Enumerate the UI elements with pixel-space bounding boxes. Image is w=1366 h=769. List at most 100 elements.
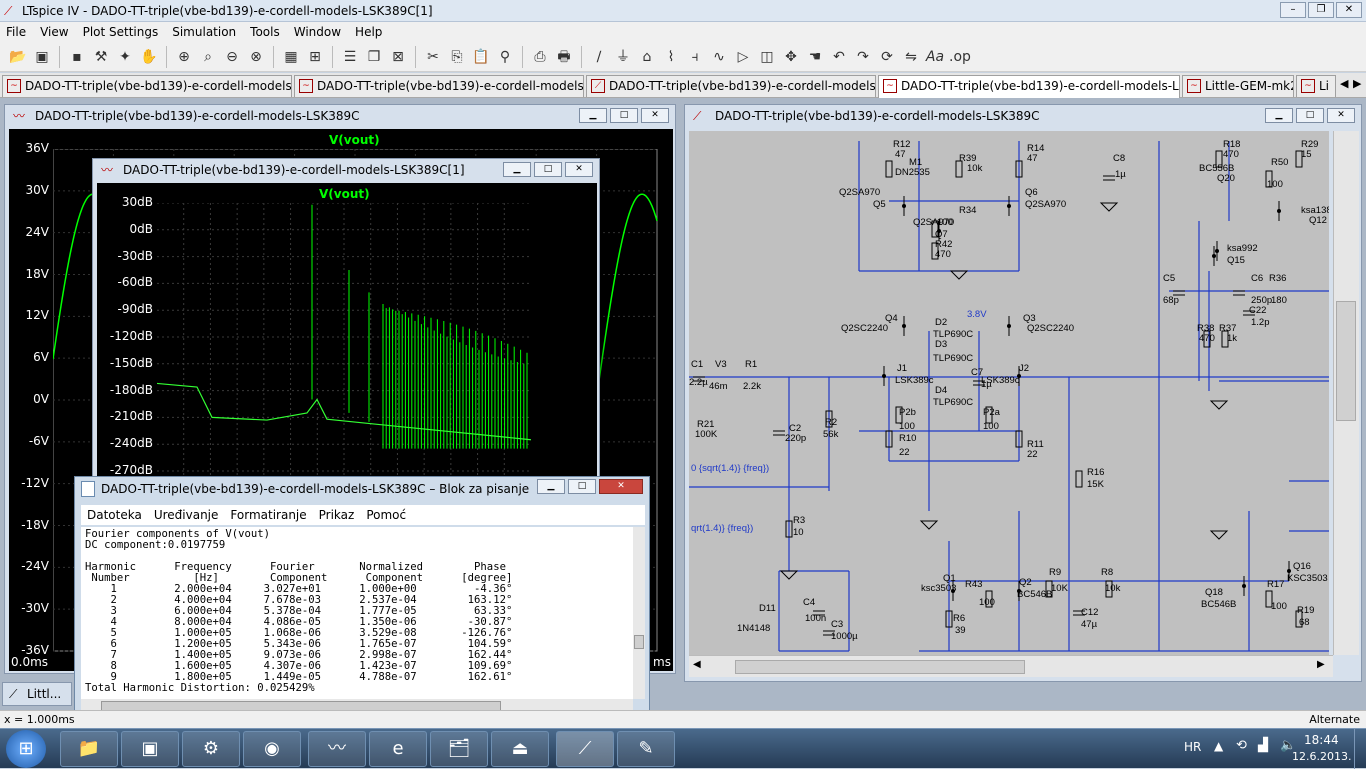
tab-doc-4-active[interactable]: ~ DADO-TT-triple(vbe-bd139)-e-cordell-mod…: [878, 75, 1180, 98]
pdf-reader-icon[interactable]: ⏏: [491, 731, 549, 767]
language-indicator[interactable]: HR: [1184, 740, 1201, 754]
copy-icon[interactable]: ⎘: [447, 47, 467, 67]
minimize-button[interactable]: –: [1280, 2, 1306, 18]
maximize-button[interactable]: □: [568, 479, 596, 494]
text-icon[interactable]: Aa: [925, 47, 945, 67]
tab-doc-3[interactable]: ⟋ DADO-TT-triple(vbe-bd139)-e-cordell-mod…: [586, 75, 876, 97]
ltspice-waveform-icon[interactable]: 〰: [308, 731, 366, 767]
menu-tools[interactable]: Tools: [250, 25, 280, 39]
ground-icon[interactable]: ⏚: [613, 47, 633, 67]
component-icon[interactable]: ◫: [757, 47, 777, 67]
folder-icon[interactable]: 🗂: [430, 731, 488, 767]
label-icon[interactable]: ⌂: [637, 47, 657, 67]
close-button[interactable]: ✕: [1336, 2, 1362, 18]
rotate-icon[interactable]: ⟳: [877, 47, 897, 67]
notepad-menu-format[interactable]: Formatiranje: [230, 508, 306, 522]
menu-window[interactable]: Window: [294, 25, 341, 39]
menu-file[interactable]: File: [6, 25, 26, 39]
tools-icon[interactable]: ⚙: [182, 731, 240, 767]
mirror-icon[interactable]: ⇋: [901, 47, 921, 67]
tab-scroll-left-icon[interactable]: ◀: [1340, 77, 1348, 90]
maximize-button[interactable]: □: [610, 108, 638, 123]
sync-icon[interactable]: ⟲: [1236, 738, 1247, 753]
minimize-button[interactable]: ▁: [1265, 108, 1293, 123]
minimize-button[interactable]: ▁: [537, 479, 565, 494]
spice-directive-icon[interactable]: .op: [949, 47, 971, 67]
tab-doc-2[interactable]: ~ DADO-TT-triple(vbe-bd139)-e-cordell-mod…: [294, 75, 584, 97]
notepad-vertical-scrollbar[interactable]: [633, 527, 645, 699]
pan-icon[interactable]: ✋: [139, 47, 159, 67]
waveform-trace-label[interactable]: V(vout): [329, 133, 380, 147]
tray-expand-icon[interactable]: ▲: [1214, 739, 1223, 753]
zoom-in-icon[interactable]: ⊕: [174, 47, 194, 67]
schematic-canvas[interactable]: R12 47 M1 R39 DN2535 10k R14 47 C8 1µ Q2SA970 Q5 R34…: [689, 131, 1329, 655]
maximize-button[interactable]: □: [1296, 108, 1324, 123]
undo-icon[interactable]: ↶: [829, 47, 849, 67]
notepad-icon[interactable]: ✎: [617, 731, 675, 767]
waveform-window-titlebar[interactable]: 〰 DADO-TT-triple(vbe-bd139)-e-cordell-mo…: [5, 105, 675, 127]
autorange-icon[interactable]: ▦: [281, 47, 301, 67]
notepad-menu-view[interactable]: Prikaz: [319, 508, 355, 522]
menu-plot-settings[interactable]: Plot Settings: [83, 25, 159, 39]
file-explorer-icon[interactable]: 📁: [60, 731, 118, 767]
minimize-button[interactable]: ▁: [503, 162, 531, 177]
network-icon[interactable]: ▟: [1258, 738, 1268, 753]
vertical-scroll-thumb[interactable]: [634, 635, 644, 649]
internet-explorer-icon[interactable]: e: [369, 731, 427, 767]
resistor-icon[interactable]: ⌇: [661, 47, 681, 67]
minimize-button[interactable]: ▁: [579, 108, 607, 123]
schematic-horizontal-scrollbar[interactable]: ◀ ▶: [689, 655, 1333, 677]
clock-date[interactable]: 12.6.2013.: [1292, 750, 1351, 763]
fft-trace-label[interactable]: V(vout): [319, 187, 370, 201]
close-button[interactable]: ✕: [641, 108, 669, 123]
print-preview-icon[interactable]: ⎙: [530, 47, 550, 67]
cut-icon[interactable]: ✂: [423, 47, 443, 67]
notepad-menu-edit[interactable]: Uređivanje: [154, 508, 219, 522]
schematic-window-titlebar[interactable]: ⟋ DADO-TT-triple(vbe-bd139)-e-cordell-mo…: [685, 105, 1361, 127]
menu-view[interactable]: View: [40, 25, 68, 39]
maximize-button[interactable]: ❐: [1308, 2, 1334, 18]
notepad-menu-help[interactable]: Pomoć: [366, 508, 406, 522]
drag-icon[interactable]: ☚: [805, 47, 825, 67]
menu-simulation[interactable]: Simulation: [172, 25, 236, 39]
print-icon[interactable]: 🖶: [554, 47, 574, 67]
plot-settings-icon[interactable]: ⊞: [305, 47, 325, 67]
ltspice-icon[interactable]: ⟋: [556, 731, 614, 767]
control-panel-icon[interactable]: ⚒: [91, 47, 111, 67]
tile-horizontal-icon[interactable]: ☰: [340, 47, 360, 67]
scroll-right-icon[interactable]: ▶: [1317, 659, 1325, 670]
tab-scroll-right-icon[interactable]: ▶: [1353, 77, 1361, 90]
media-center-icon[interactable]: ▣: [121, 731, 179, 767]
close-button[interactable]: ✕: [565, 162, 593, 177]
notepad-text-area[interactable]: Fourier components of V(vout) DC compone…: [81, 527, 633, 699]
tab-partial[interactable]: ~ Li: [1296, 75, 1336, 97]
minimized-window[interactable]: ⟋ Littl...: [2, 682, 72, 706]
vertical-scroll-thumb[interactable]: [1336, 301, 1356, 421]
save-icon[interactable]: ▪: [67, 47, 87, 67]
zoom-area-icon[interactable]: ⌕: [198, 47, 218, 67]
scroll-left-icon[interactable]: ◀: [693, 659, 701, 670]
move-icon[interactable]: ✥: [781, 47, 801, 67]
notepad-titlebar[interactable]: DADO-TT-triple(vbe-bd139)-e-cordell-mode…: [75, 477, 649, 503]
redo-icon[interactable]: ↷: [853, 47, 873, 67]
cascade-icon[interactable]: ❐: [364, 47, 384, 67]
zoom-out-icon[interactable]: ⊖: [222, 47, 242, 67]
open-icon[interactable]: 📂: [8, 47, 28, 67]
diode-icon[interactable]: ▷: [733, 47, 753, 67]
fft-plot-pane[interactable]: V(vout) 30dB 0dB -30dB -60dB -90dB -120dB -150…: [97, 183, 597, 485]
clock-time[interactable]: 18:44: [1304, 733, 1339, 747]
fft-window-titlebar[interactable]: 〰 DADO-TT-triple(vbe-bd139)-e-cordell-mo…: [93, 159, 599, 181]
antivirus-icon[interactable]: ◉: [243, 731, 301, 767]
maximize-button[interactable]: □: [534, 162, 562, 177]
show-desktop-button[interactable]: [1354, 729, 1366, 769]
close-window-icon[interactable]: ⊠: [388, 47, 408, 67]
inductor-icon[interactable]: ∿: [709, 47, 729, 67]
paste-icon[interactable]: 📋: [471, 47, 491, 67]
schematic-vertical-scrollbar[interactable]: [1333, 131, 1359, 655]
tab-little-gem[interactable]: ~ Little-GEM-mk2-d: [1182, 75, 1294, 97]
start-button[interactable]: ⊞: [6, 730, 46, 768]
capacitor-icon[interactable]: ⫞: [685, 47, 705, 67]
close-button[interactable]: ✕: [1327, 108, 1355, 123]
zoom-fit-icon[interactable]: ⊗: [246, 47, 266, 67]
close-button[interactable]: ✕: [599, 479, 643, 494]
